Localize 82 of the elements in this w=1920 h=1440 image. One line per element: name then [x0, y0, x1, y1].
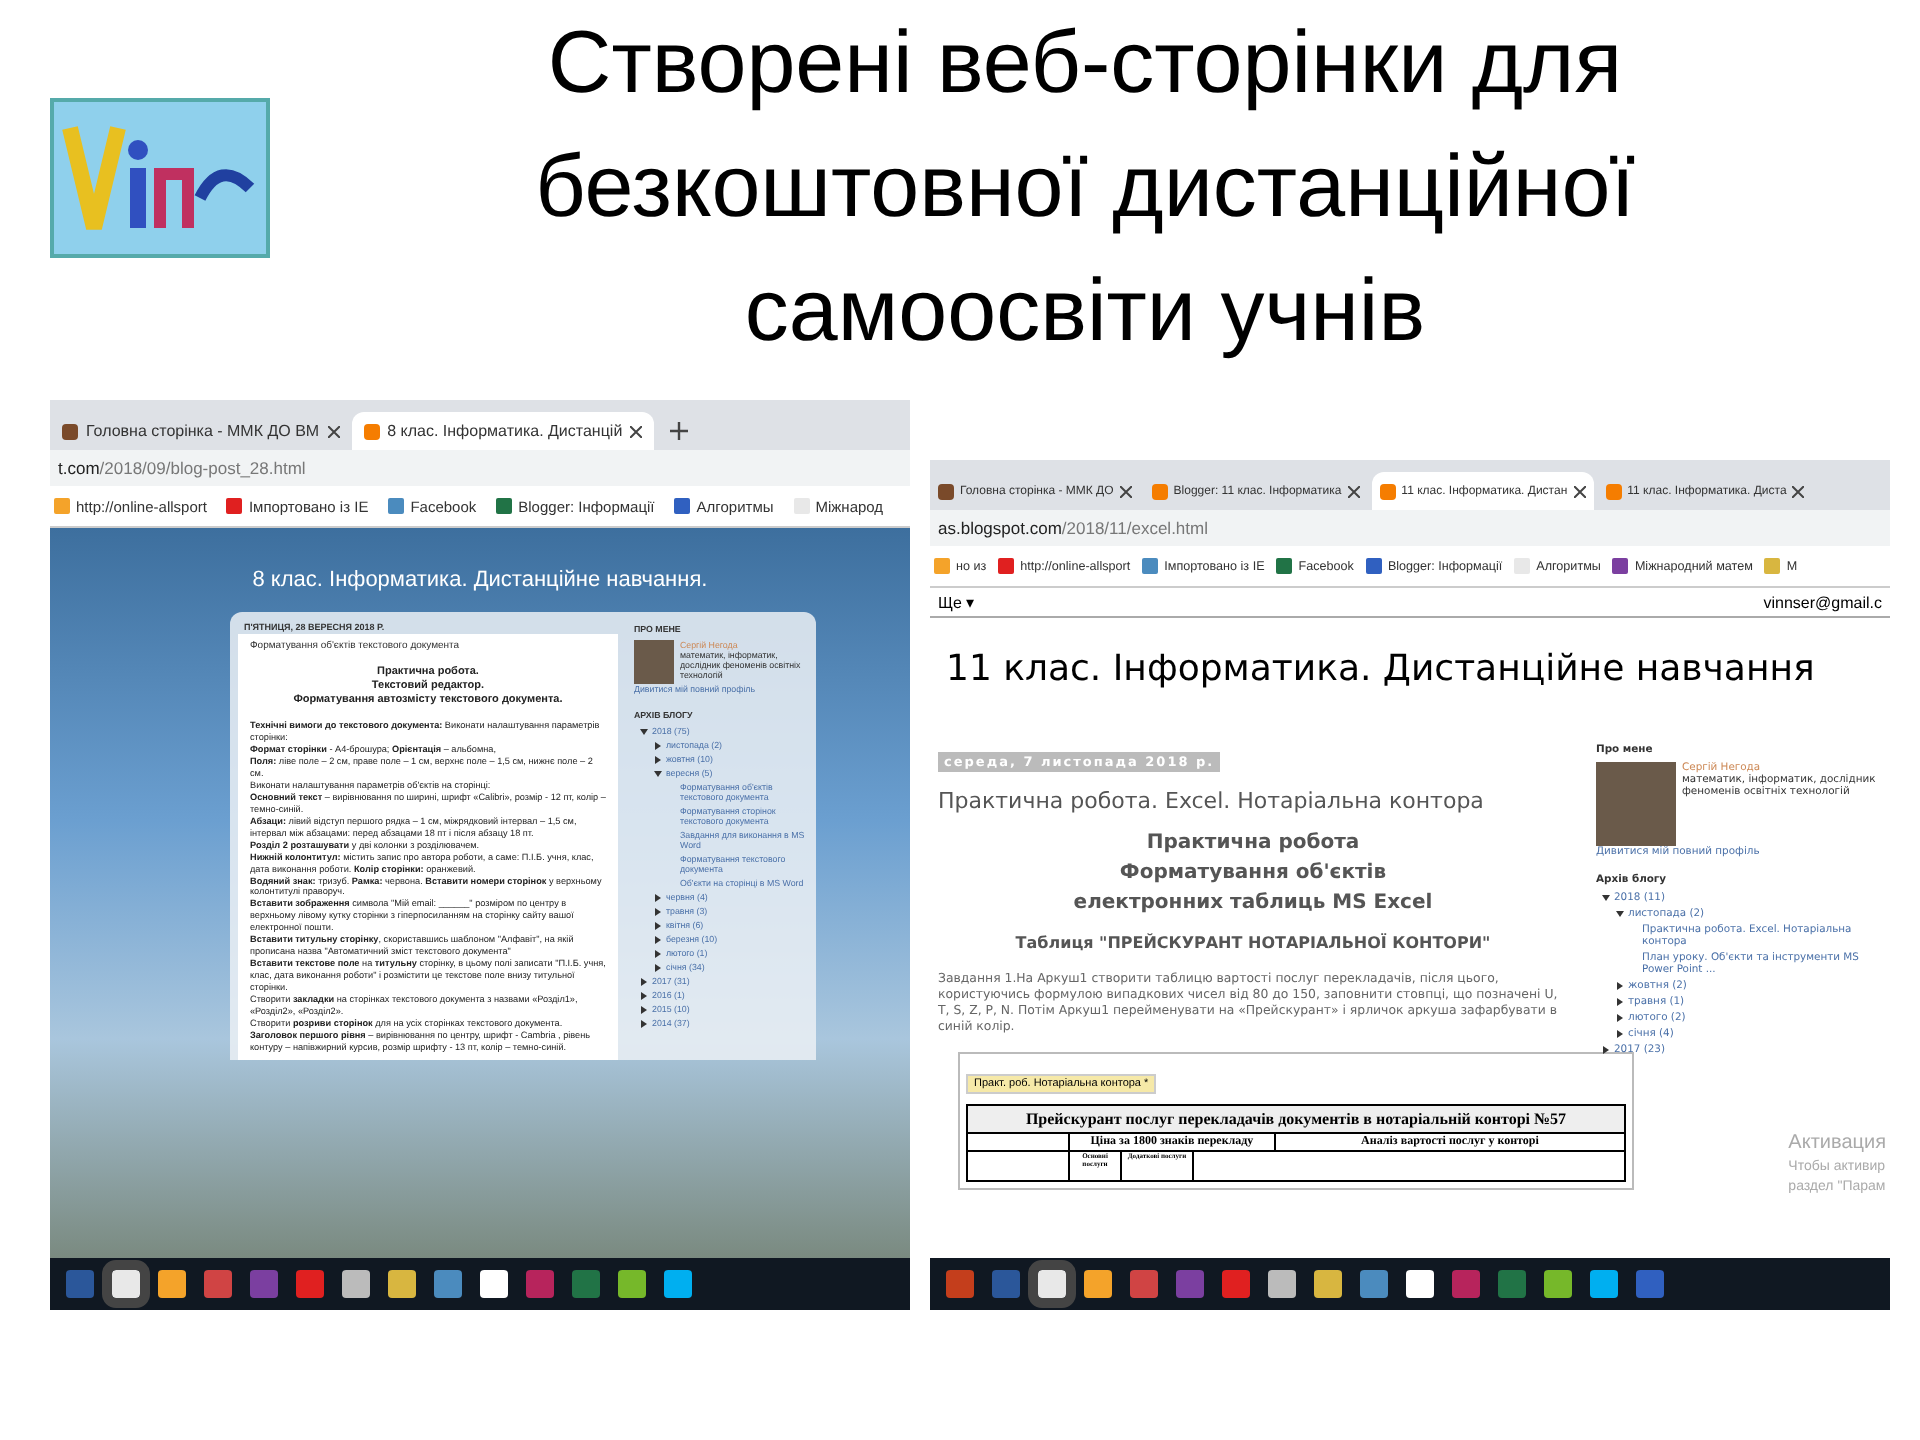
taskbar-app-icon[interactable]: [158, 1270, 186, 1298]
photo-placeholder: [1596, 762, 1676, 846]
collapsed-triangle-icon[interactable]: [640, 977, 648, 985]
taskbar-app-icon[interactable]: [946, 1270, 974, 1298]
expanded-triangle-icon[interactable]: [654, 769, 662, 777]
taskbar-app-icon[interactable]: [992, 1270, 1020, 1298]
favicon-icon: [1151, 483, 1168, 499]
photo-placeholder: [634, 640, 674, 684]
expanded-triangle-icon[interactable]: [1616, 910, 1624, 918]
collapsed-triangle-icon[interactable]: [1616, 998, 1624, 1006]
collapsed-triangle-icon[interactable]: [1616, 982, 1624, 990]
taskbar-app-icon[interactable]: [112, 1270, 140, 1298]
taskbar-app-icon[interactable]: [342, 1270, 370, 1298]
close-icon[interactable]: [1347, 485, 1360, 497]
favicon-icon: [938, 483, 954, 499]
taskbar-app-icon[interactable]: [1590, 1270, 1618, 1298]
collapsed-triangle-icon[interactable]: [1616, 1014, 1624, 1022]
collapsed-triangle-icon[interactable]: [654, 949, 662, 957]
taskbar-app-icon[interactable]: [1084, 1270, 1112, 1298]
taskbar-app-icon[interactable]: [250, 1270, 278, 1298]
close-icon[interactable]: [630, 425, 643, 437]
collapsed-triangle-icon[interactable]: [654, 907, 662, 915]
taskbar-app-icon[interactable]: [204, 1270, 232, 1298]
collapsed-triangle-icon[interactable]: [654, 921, 662, 929]
more-menu[interactable]: Ще ▾: [938, 593, 975, 611]
blog-title: 8 клас. Інформатика. Дистанційне навчання.: [250, 566, 710, 596]
collapsed-triangle-icon[interactable]: [640, 1005, 648, 1013]
spreadsheet-title: Прейскурант послуг перекладачів документів в нотаріальній конторі №57: [966, 1103, 1626, 1134]
close-icon[interactable]: [1792, 485, 1805, 497]
post-subheading: Таблиця "ПРЕЙСКУРАНТ НОТАРІАЛЬНОЇ КОНТОРИ": [1013, 934, 1493, 956]
post-heading: Форматування об'єктів: [1117, 860, 1389, 889]
slide-title: Створені веб-сторінки для безкоштовної дистанційної самоосвіти учнів: [533, 12, 1637, 364]
collapsed-triangle-icon[interactable]: [654, 963, 662, 971]
favicon-icon: [62, 423, 78, 439]
favicon-icon: [363, 423, 380, 439]
close-icon[interactable]: [1119, 485, 1132, 497]
browser-tab[interactable]: 8 клас. Інформатика. Дистанцій: [351, 412, 655, 450]
collapsed-triangle-icon[interactable]: [1602, 1046, 1610, 1054]
address-field[interactable]: t.com/2018/09/blog-post_28.html: [50, 450, 910, 486]
collapsed-triangle-icon[interactable]: [640, 1019, 648, 1027]
taskbar-app-icon[interactable]: [572, 1270, 600, 1298]
taskbar-app-icon[interactable]: [1314, 1270, 1342, 1298]
collapsed-triangle-icon[interactable]: [1616, 1030, 1624, 1038]
post-heading: електронних таблиць MS Excel: [1071, 890, 1435, 919]
expanded-triangle-icon[interactable]: [640, 727, 648, 735]
post-heading: Практична робота: [1144, 830, 1362, 859]
collapsed-triangle-icon[interactable]: [654, 741, 662, 749]
taskbar-app-icon[interactable]: [480, 1270, 508, 1298]
taskbar-app-icon[interactable]: [66, 1270, 94, 1298]
expanded-triangle-icon[interactable]: [1602, 894, 1610, 902]
address-field[interactable]: as.blogspot.com/2018/11/excel.html: [930, 510, 1890, 546]
taskbar-app-icon[interactable]: [1498, 1270, 1526, 1298]
taskbar-app-icon[interactable]: [1636, 1270, 1664, 1298]
taskbar-app-icon[interactable]: [1544, 1270, 1572, 1298]
taskbar-app-icon[interactable]: [1268, 1270, 1296, 1298]
taskbar-app-icon[interactable]: [1406, 1270, 1434, 1298]
browser-tab[interactable]: Головна сторінка - ММК ДО ВМ: [50, 412, 352, 450]
taskbar-app-icon[interactable]: [296, 1270, 324, 1298]
taskbar-app-icon[interactable]: [1360, 1270, 1388, 1298]
collapsed-triangle-icon[interactable]: [640, 991, 648, 999]
taskbar-app-icon[interactable]: [618, 1270, 646, 1298]
taskbar-app-icon[interactable]: [434, 1270, 462, 1298]
taskbar-app-icon[interactable]: [526, 1270, 554, 1298]
taskbar-app-icon[interactable]: [1130, 1270, 1158, 1298]
collapsed-triangle-icon[interactable]: [654, 893, 662, 901]
activation-notice: Активация: [1788, 1130, 1886, 1159]
blog-title: 11 клас. Інформатика. Дистанційне навчання: [944, 646, 1817, 694]
close-icon[interactable]: [1573, 485, 1586, 497]
taskbar-app-icon[interactable]: [1452, 1270, 1480, 1298]
taskbar-app-icon[interactable]: [664, 1270, 692, 1298]
account-email[interactable]: vinnser@gmail.c: [1763, 593, 1882, 611]
post-title: Практична робота. Excel. Нотаріальна контора: [938, 788, 1486, 817]
favicon-icon: [1379, 483, 1396, 499]
taskbar-app-icon[interactable]: [1222, 1270, 1250, 1298]
close-icon[interactable]: [327, 425, 340, 437]
taskbar-app-icon[interactable]: [388, 1270, 416, 1298]
taskbar-app-icon[interactable]: [1176, 1270, 1204, 1298]
collapsed-triangle-icon[interactable]: [654, 935, 662, 943]
taskbar-app-icon[interactable]: [1038, 1270, 1066, 1298]
collapsed-triangle-icon[interactable]: [654, 755, 662, 763]
new-tab-icon[interactable]: [670, 422, 689, 440]
favicon-icon: [1605, 483, 1622, 499]
